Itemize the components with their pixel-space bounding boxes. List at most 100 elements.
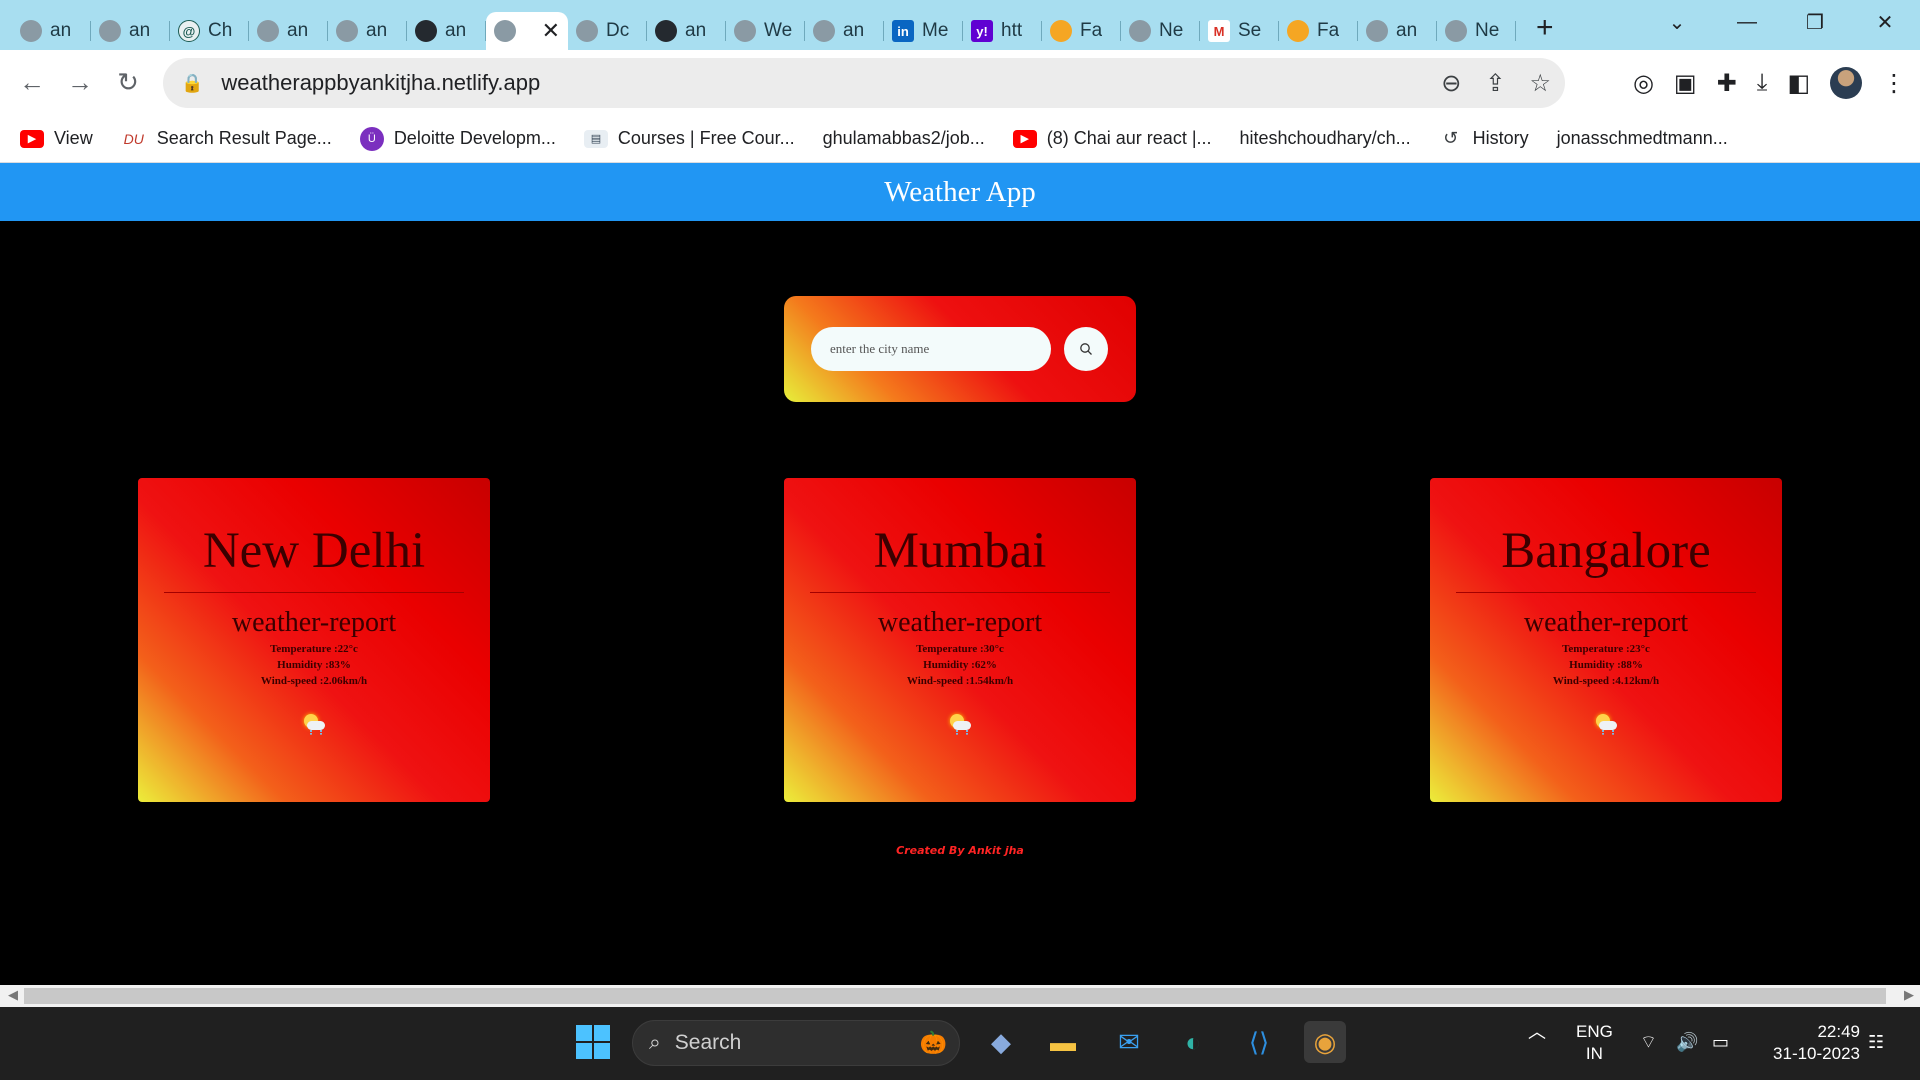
reload-button[interactable]: ↻	[104, 59, 152, 107]
globe-icon	[1445, 20, 1467, 42]
browser-tab[interactable]: Fa	[1279, 12, 1358, 50]
browser-tab[interactable]: We	[726, 12, 805, 50]
close-tab-icon[interactable]: ✕	[542, 18, 560, 44]
scrollbar-thumb[interactable]	[24, 988, 1886, 1004]
url-text[interactable]: weatherappbyankitjha.netlify.app	[221, 70, 540, 96]
browser-tab[interactable]: in Me	[884, 12, 963, 50]
picture-in-picture-icon[interactable]: ▣	[1674, 69, 1697, 98]
minimize-button[interactable]: —	[1720, 0, 1774, 44]
bookmark-item[interactable]: jonasschmedtmann...	[1557, 128, 1728, 149]
history-icon: ↺	[1443, 128, 1459, 148]
bookmark-label: History	[1472, 128, 1529, 148]
browser-tab[interactable]: y! htt	[963, 12, 1042, 50]
bookmark-label: Deloitte Developm...	[393, 128, 556, 148]
zoom-icon[interactable]: ⊖	[1441, 69, 1461, 98]
city-search-input[interactable]	[811, 327, 1051, 371]
tab-title: an	[685, 20, 707, 41]
browser-tab[interactable]: M Se	[1200, 12, 1279, 50]
browser-tab[interactable]: an	[12, 12, 91, 50]
browser-tab[interactable]: an	[647, 12, 726, 50]
file-explorer-icon[interactable]: ▬	[1042, 1021, 1084, 1063]
temperature-value: Temperature :22°c	[270, 643, 358, 655]
horizontal-scrollbar[interactable]: ◀ ▶	[0, 985, 1920, 1007]
browser-tab[interactable]: Ne	[1121, 12, 1200, 50]
browser-tab[interactable]: @ Ch	[170, 12, 249, 50]
vscode-icon[interactable]: ⟨⟩	[1238, 1021, 1280, 1063]
browser-tab[interactable]: an	[249, 12, 328, 50]
language-label: ENG	[1576, 1022, 1613, 1041]
browser-tab[interactable]: an	[407, 12, 486, 50]
bookmark-item[interactable]: hiteshchoudhary/ch...	[1240, 128, 1411, 149]
tab-title: an	[366, 20, 388, 41]
language-indicator[interactable]: ENG IN	[1576, 1021, 1613, 1065]
bookmark-item[interactable]: DU Search Result Page...	[121, 128, 332, 149]
edge-icon[interactable]: ◐	[1172, 1021, 1214, 1063]
region-label: IN	[1585, 1044, 1603, 1063]
weather-card: Mumbai weather-report Temperature :30°c Hum…	[784, 478, 1136, 802]
copilot-icon[interactable]: ◆	[980, 1021, 1022, 1063]
extension-icon[interactable]: ◎	[1633, 69, 1654, 98]
tab-title: Ne	[1159, 20, 1184, 41]
globe-icon	[576, 20, 598, 42]
globe-icon	[494, 20, 516, 42]
halloween-pumpkin-icon: 🎃	[919, 1030, 947, 1055]
scroll-left-icon[interactable]: ◀	[8, 987, 18, 1003]
browser-tab[interactable]: an	[328, 12, 407, 50]
globe-icon	[257, 20, 279, 42]
scroll-right-icon[interactable]: ▶	[1904, 987, 1914, 1003]
bookmark-item[interactable]: ▤ Courses | Free Cour...	[583, 128, 795, 149]
city-name: Mumbai	[873, 523, 1047, 579]
bookmark-item[interactable]: ghulamabbas2/job...	[823, 128, 985, 149]
share-icon[interactable]: ⇪	[1485, 69, 1505, 98]
bookmark-item[interactable]: ↺ History	[1439, 128, 1529, 149]
start-button[interactable]	[572, 1021, 614, 1063]
extensions-puzzle-icon[interactable]: ✚	[1717, 69, 1737, 98]
notifications-icon[interactable]: ☷	[1868, 1031, 1884, 1053]
windows-taskbar: ⌕ Search 🎃 ◆ ▬ ✉ ◐ ⟨⟩ ◉ ︿ ENG IN ⌔ 🔊 ▭ 2…	[0, 1007, 1920, 1080]
globe-icon	[20, 20, 42, 42]
tab-title: an	[1396, 20, 1418, 41]
battery-icon[interactable]: ▭	[1712, 1031, 1729, 1053]
side-panel-icon[interactable]: ◧	[1787, 69, 1810, 98]
bookmark-item[interactable]: ▶ (8) Chai aur react |...	[1012, 128, 1212, 149]
weather-card: Bangalore weather-report Temperature :23°c…	[1430, 478, 1782, 802]
browser-tab[interactable]: ✕	[486, 12, 568, 50]
deloitte-icon: Ü	[359, 126, 384, 151]
profile-avatar[interactable]	[1830, 67, 1862, 99]
forward-button[interactable]: →	[56, 59, 104, 107]
back-button[interactable]: ←	[8, 59, 56, 107]
bookmark-item[interactable]: Ü Deloitte Developm...	[359, 126, 556, 151]
download-icon[interactable]: ⤓	[1757, 69, 1768, 97]
tray-overflow-chevron-icon[interactable]: ︿	[1528, 1021, 1546, 1043]
address-bar[interactable]: 🔒 weatherappbyankitjha.netlify.app ⊖ ⇪ ☆	[163, 58, 1565, 108]
network-icon[interactable]: ⌔	[1640, 1031, 1657, 1053]
browser-tab[interactable]: an	[805, 12, 884, 50]
card-divider	[164, 592, 464, 593]
browser-tab[interactable]: Dc	[568, 12, 647, 50]
chrome-icon[interactable]: ◉	[1304, 1021, 1346, 1063]
browser-tab[interactable]: an	[1358, 12, 1437, 50]
new-tab-button[interactable]: +	[1536, 11, 1554, 45]
wind-speed-value: Wind-speed :2.06km/h	[260, 675, 368, 687]
humidity-value: Humidity :83%	[277, 659, 351, 671]
tab-list: an an @ Ch an an an ✕ Dc an We an in Me y! htt Fa Ne M Se Fa…	[12, 0, 1516, 50]
tab-title: an	[287, 20, 309, 41]
browser-tab[interactable]: Fa	[1042, 12, 1121, 50]
search-button[interactable]	[1064, 327, 1108, 371]
browser-tab[interactable]: an	[91, 12, 170, 50]
tab-title: htt	[1001, 20, 1023, 41]
temperature-value: Temperature :23°c	[1562, 643, 1650, 655]
city-name: New Delhi	[202, 523, 426, 579]
tab-search-chevron-icon[interactable]: ⌄	[1650, 0, 1704, 44]
tab-title: Fa	[1317, 20, 1340, 41]
browser-tab[interactable]: Ne	[1437, 12, 1516, 50]
taskbar-search[interactable]: ⌕ Search 🎃	[632, 1020, 960, 1066]
clock[interactable]: 22:49 31-10-2023	[1760, 1021, 1860, 1065]
mail-icon[interactable]: ✉	[1108, 1021, 1150, 1063]
close-window-button[interactable]: ✕	[1858, 0, 1912, 44]
bookmark-star-icon[interactable]: ☆	[1529, 69, 1551, 98]
restore-button[interactable]: ❐	[1788, 0, 1842, 44]
bookmark-item[interactable]: ▶ View	[20, 128, 93, 149]
menu-kebab-icon[interactable]: ⋮	[1882, 69, 1906, 98]
volume-icon[interactable]: 🔊	[1676, 1031, 1698, 1053]
